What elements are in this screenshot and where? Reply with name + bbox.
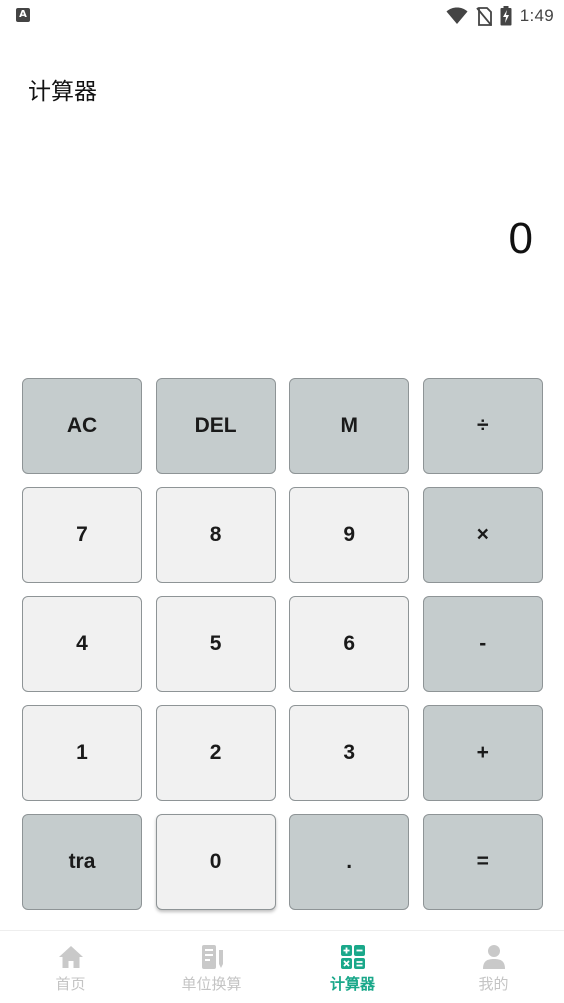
nav-item-unit-convert[interactable]: 单位换算 <box>141 931 282 1003</box>
digit-0-button[interactable]: 0 <box>155 814 276 910</box>
no-sim-icon <box>476 6 492 26</box>
minus-button[interactable]: - <box>422 596 543 692</box>
calculator-icon <box>339 943 367 971</box>
digit-5-button[interactable]: 5 <box>155 596 276 692</box>
calculator-display: 0 <box>508 214 533 263</box>
digit-7-button[interactable]: 7 <box>22 487 142 583</box>
nav-label-profile: 我的 <box>478 975 509 993</box>
nav-label-calculator: 计算器 <box>329 975 375 993</box>
nav-label-unit-convert: 单位换算 <box>181 975 242 993</box>
divide-button[interactable]: ÷ <box>422 378 543 474</box>
page-title: 计算器 <box>28 79 97 105</box>
nav-label-home: 首页 <box>55 975 86 993</box>
user-icon <box>480 943 508 971</box>
status-bar: A 1:49 <box>0 0 564 32</box>
digit-9-button[interactable]: 9 <box>289 487 410 583</box>
status-time: 1:49 <box>519 6 554 25</box>
ac-button[interactable]: AC <box>22 378 142 474</box>
nav-item-profile[interactable]: 我的 <box>423 931 564 1003</box>
equals-button[interactable]: = <box>422 814 543 910</box>
digit-4-button[interactable]: 4 <box>22 596 142 692</box>
home-icon <box>57 943 85 971</box>
battery-charging-icon <box>500 6 512 26</box>
delete-button[interactable]: DEL <box>155 378 276 474</box>
memory-button[interactable]: M <box>289 378 410 474</box>
digit-2-button[interactable]: 2 <box>155 705 276 801</box>
tra-button[interactable]: tra <box>22 814 142 910</box>
multiply-button[interactable]: × <box>422 487 543 583</box>
digit-8-button[interactable]: 8 <box>155 487 276 583</box>
unit-convert-icon <box>198 943 226 971</box>
digit-6-button[interactable]: 6 <box>289 596 410 692</box>
bottom-nav: 首页 单位换算 计算器 我的 <box>0 930 564 1003</box>
app-notification-icon: A <box>16 8 30 22</box>
nav-item-home[interactable]: 首页 <box>0 931 141 1003</box>
keypad: AC DEL M ÷ 7 8 9 × 4 5 6 - 1 2 3 + tra 0… <box>22 378 543 910</box>
wifi-icon <box>446 7 468 24</box>
nav-item-calculator[interactable]: 计算器 <box>282 931 423 1003</box>
status-icons: 1:49 <box>446 5 554 27</box>
decimal-button[interactable]: . <box>289 814 410 910</box>
digit-1-button[interactable]: 1 <box>22 705 142 801</box>
plus-button[interactable]: + <box>422 705 543 801</box>
digit-3-button[interactable]: 3 <box>289 705 410 801</box>
